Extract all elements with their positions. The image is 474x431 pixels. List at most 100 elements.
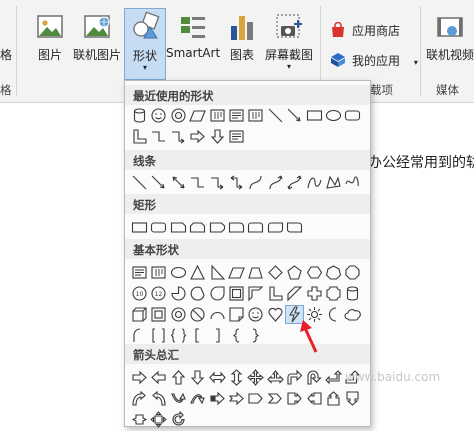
- shape-rect[interactable]: [131, 219, 148, 236]
- shape-arrCirc[interactable]: [170, 410, 187, 428]
- shape-vtext[interactable]: [150, 264, 167, 281]
- shape-oval[interactable]: [325, 107, 342, 124]
- shape-fold[interactable]: [228, 306, 245, 323]
- shape-line[interactable]: [131, 174, 148, 191]
- shape-round2[interactable]: [267, 219, 284, 236]
- shape-calloutLR[interactable]: [131, 411, 148, 428]
- shape-moon[interactable]: [325, 306, 342, 323]
- shape-curvearr[interactable]: [267, 174, 284, 191]
- shape-rbrace[interactable]: [247, 327, 264, 344]
- shape-oval[interactable]: [170, 264, 187, 281]
- shape-cube[interactable]: [131, 306, 148, 323]
- shape-cloud[interactable]: [344, 306, 362, 323]
- shape-round1[interactable]: [247, 219, 264, 236]
- shape-arrD[interactable]: [209, 128, 226, 145]
- shape-donut[interactable]: [170, 107, 187, 124]
- shape-elbowdbl[interactable]: [228, 174, 245, 191]
- shape-arrNotch[interactable]: [228, 390, 245, 407]
- shape-deca[interactable]: 10: [131, 285, 148, 302]
- shape-scribble[interactable]: [344, 174, 361, 191]
- shape-smiley[interactable]: [150, 107, 167, 124]
- shape-arrCurvU[interactable]: [170, 390, 187, 407]
- shape-can[interactable]: [131, 107, 148, 124]
- shape-frame[interactable]: [228, 285, 245, 302]
- shape-pentArr[interactable]: [247, 390, 264, 407]
- shape-donut[interactable]: [170, 306, 187, 323]
- shape-rrect[interactable]: [150, 219, 167, 236]
- shape-snip3[interactable]: [209, 219, 226, 236]
- shape-freecurve[interactable]: [306, 174, 323, 191]
- shape-oct[interactable]: [344, 264, 361, 281]
- shape-plus[interactable]: [306, 285, 323, 302]
- shape-dbrace[interactable]: [170, 327, 187, 344]
- table-button-partial[interactable]: 格: [0, 10, 14, 76]
- shape-rrect[interactable]: [344, 107, 361, 124]
- shape-curvedbl[interactable]: [286, 174, 303, 191]
- shape-text[interactable]: [131, 264, 148, 281]
- shape-calloutQuad[interactable]: [150, 411, 168, 428]
- shape-text[interactable]: [228, 128, 245, 145]
- shape-arrCurvR[interactable]: [131, 390, 148, 407]
- shape-plaque[interactable]: [325, 285, 342, 302]
- shape-lbracket[interactable]: [189, 327, 206, 344]
- shape-arrUturn[interactable]: [306, 369, 323, 386]
- shape-calloutL[interactable]: [306, 390, 323, 407]
- shape-line[interactable]: [267, 107, 284, 124]
- shape-diagstripe[interactable]: [286, 285, 303, 302]
- shape-arrD[interactable]: [189, 369, 206, 386]
- shape-chord[interactable]: [189, 285, 206, 302]
- shape-para[interactable]: [228, 264, 245, 281]
- shape-bracketarc[interactable]: [131, 327, 148, 344]
- shape-elbowarr[interactable]: [209, 174, 226, 191]
- shape-round3[interactable]: [286, 219, 303, 236]
- shape-bevel[interactable]: [150, 306, 167, 323]
- my-apps-button[interactable]: 我的应用 ▾: [330, 52, 418, 69]
- shape-arc[interactable]: [209, 306, 226, 323]
- shape-halfframe[interactable]: [247, 285, 264, 302]
- shape-arrQuad[interactable]: [247, 369, 265, 386]
- shape-arrR[interactable]: [189, 128, 206, 145]
- shape-noSym[interactable]: [189, 306, 206, 323]
- app-store-button[interactable]: 应用商店: [330, 22, 400, 39]
- shape-tri[interactable]: [189, 264, 206, 281]
- shape-dbracket[interactable]: [150, 327, 167, 344]
- chart-button[interactable]: 图表: [224, 10, 260, 76]
- shape-arrowline[interactable]: [150, 174, 167, 191]
- smartart-button[interactable]: SmartArt: [166, 10, 220, 76]
- shape-snipr[interactable]: [228, 219, 245, 236]
- shape-snip2[interactable]: [189, 219, 206, 236]
- shape-rect[interactable]: [306, 107, 323, 124]
- shape-curve[interactable]: [247, 174, 264, 191]
- shape-arrR[interactable]: [131, 369, 148, 386]
- picture-button[interactable]: 图片: [30, 10, 70, 76]
- shape-arrUD[interactable]: [228, 369, 245, 386]
- shape-calloutD[interactable]: [344, 390, 361, 407]
- shape-elbow[interactable]: [189, 174, 206, 191]
- online-video-button[interactable]: 联机视频: [424, 10, 474, 76]
- shape-elbow[interactable]: [150, 128, 167, 145]
- shape-smiley[interactable]: [247, 306, 264, 323]
- shape-arrCurvD[interactable]: [189, 390, 206, 407]
- shape-arrLR[interactable]: [208, 369, 226, 386]
- shape-lshape[interactable]: [131, 128, 148, 145]
- shape-trap[interactable]: [247, 264, 264, 281]
- shape-arrTri[interactable]: [267, 369, 284, 386]
- shape-rbracket[interactable]: [209, 327, 226, 344]
- shape-arrStripe[interactable]: [209, 390, 226, 407]
- shape-dodeca[interactable]: 12: [150, 285, 167, 302]
- shapes-button[interactable]: 形状 ▾: [124, 8, 166, 80]
- shape-vtext[interactable]: [247, 107, 264, 124]
- shape-arrCurvL[interactable]: [150, 390, 167, 407]
- shape-para[interactable]: [189, 107, 206, 124]
- shape-calloutR[interactable]: [286, 390, 303, 407]
- shape-calloutU[interactable]: [325, 390, 342, 407]
- shape-arrL[interactable]: [150, 369, 167, 386]
- shape-hex[interactable]: [306, 264, 323, 281]
- shape-snip1[interactable]: [170, 219, 187, 236]
- shape-can[interactable]: [344, 285, 361, 302]
- shape-hept[interactable]: [325, 264, 342, 281]
- shape-freeform[interactable]: [325, 174, 342, 191]
- shape-arrLUp[interactable]: [325, 369, 343, 386]
- online-picture-button[interactable]: 联机图片: [72, 10, 122, 76]
- shape-lshape[interactable]: [267, 285, 284, 302]
